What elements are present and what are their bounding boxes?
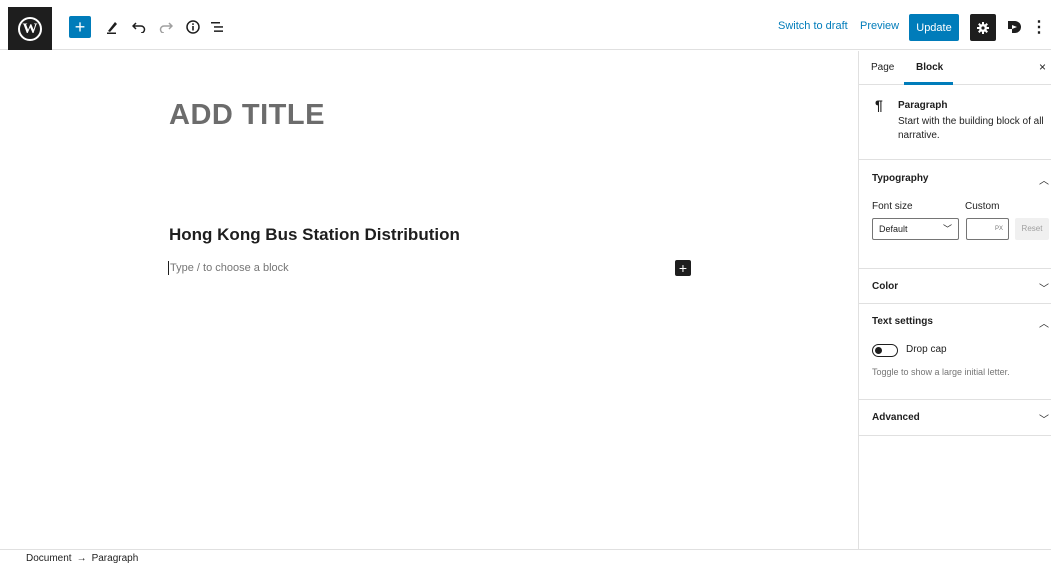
custom-font-size-input[interactable]: PX [966,218,1009,240]
plugin-button[interactable] [1004,16,1024,38]
drop-cap-help: Toggle to show a large initial letter. [872,367,1010,377]
toggle-knob [875,346,882,354]
text-settings-panel-toggle[interactable]: Text settings [872,316,933,327]
reset-button[interactable]: Reset [1015,218,1049,240]
chevron-down-icon[interactable]: ﹀ [1039,280,1049,295]
typography-panel-toggle[interactable]: Typography [872,173,928,184]
settings-sidebar: Page Block × ¶ Paragraph Start with the … [858,51,1051,549]
gear-icon [977,21,989,34]
plus-icon: + [74,17,86,37]
switch-to-draft-button[interactable]: Switch to draft [778,20,848,32]
info-icon [186,20,200,34]
tab-block[interactable]: Block [916,62,943,73]
redo-icon [159,22,173,33]
settings-button[interactable] [970,14,996,41]
editor-canvas: ADD TITLE Hong Kong Bus Station Distribu… [0,51,858,549]
list-view-icon [211,22,223,32]
chevron-up-icon[interactable]: ︿ [1039,172,1049,187]
preview-button[interactable]: Preview [860,20,899,32]
redo-button[interactable] [155,16,177,38]
list-view-button[interactable] [207,16,229,38]
add-block-button[interactable]: + [69,16,91,38]
heading-block[interactable]: Hong Kong Bus Station Distribution [169,225,460,245]
chevron-up-icon[interactable]: ︿ [1039,315,1049,330]
custom-size-label: Custom [965,201,1000,212]
details-button[interactable] [182,16,204,38]
drop-cap-toggle[interactable] [872,344,898,357]
unit-label: PX [994,226,1003,232]
arrow-right-icon: → [76,553,87,564]
pencil-icon [107,22,117,34]
chevron-down-icon[interactable]: ﹀ [1039,411,1049,426]
font-size-label: Font size [872,201,913,212]
typography-panel: Typography ︿ Font size Custom Default ﹀ … [859,160,1051,269]
wordpress-logo-icon: W [18,16,42,41]
plugin-logo-icon [1008,21,1021,33]
drop-cap-label: Drop cap [906,344,947,355]
tab-page[interactable]: Page [871,62,894,73]
color-panel-toggle[interactable]: Color [872,281,898,292]
options-button[interactable]: ⋮ [1031,16,1047,38]
paragraph-block[interactable]: Type / to choose a block [168,261,289,275]
advanced-panel-toggle[interactable]: Advanced [872,412,920,423]
pilcrow-icon: ¶ [875,97,883,113]
block-card: ¶ Paragraph Start with the building bloc… [859,85,1051,160]
block-card-description: Start with the building block of all nar… [898,116,1044,141]
block-breadcrumb-bar: Document → Paragraph [0,549,1051,564]
font-size-select[interactable]: Default ﹀ [872,218,959,240]
breadcrumb-paragraph[interactable]: Paragraph [92,553,139,564]
update-button[interactable]: Update [909,14,959,41]
chevron-down-icon: ﹀ [942,224,952,234]
close-sidebar-button[interactable]: × [1039,60,1046,74]
tools-button[interactable] [101,16,123,38]
breadcrumb: Document → Paragraph [26,553,138,564]
font-size-value: Default [879,224,908,234]
advanced-panel: Advanced ﹀ [859,400,1051,436]
editor-header: W + Switch to draft Preview Update ⋮ [0,0,1051,50]
text-settings-panel: Text settings ︿ Drop cap Toggle to show … [859,304,1051,400]
undo-icon [132,22,146,33]
wordpress-logo-button[interactable]: W [8,7,52,50]
inline-add-block-button[interactable]: + [675,260,691,276]
sidebar-tabs: Page Block × [859,51,1051,85]
undo-button[interactable] [128,16,150,38]
breadcrumb-document[interactable]: Document [26,553,72,564]
more-vertical-icon: ⋮ [1031,19,1047,36]
post-title-input[interactable]: ADD TITLE [169,99,325,132]
block-card-title: Paragraph [898,100,948,111]
color-panel: Color ﹀ [859,269,1051,304]
